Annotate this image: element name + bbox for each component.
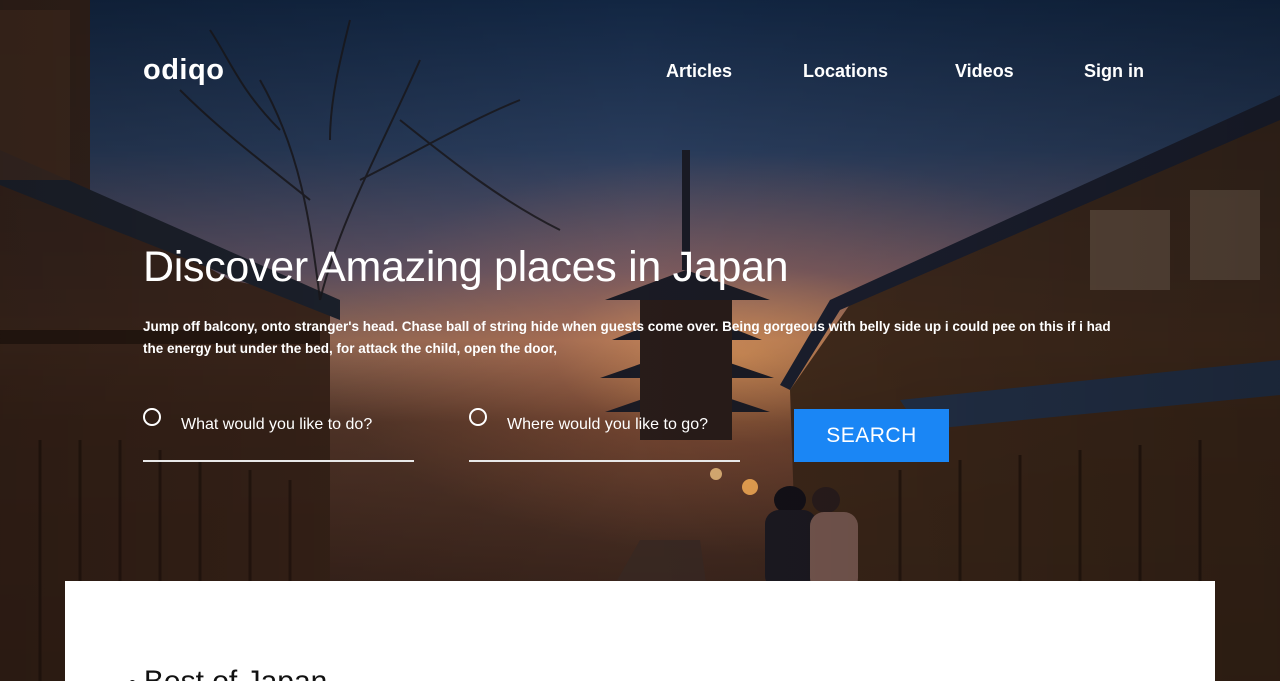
activity-input-underline xyxy=(143,460,414,462)
location-input-underline xyxy=(469,460,740,462)
location-radio-icon[interactable] xyxy=(469,408,487,426)
nav-videos-link[interactable]: Videos xyxy=(955,61,1014,82)
hero-title: Discover Amazing places in Japan xyxy=(143,243,789,291)
location-input[interactable] xyxy=(507,412,737,438)
activity-input[interactable] xyxy=(181,412,411,438)
bullet-icon: ● xyxy=(127,673,138,681)
main-nav: Articles Locations Videos Sign in xyxy=(0,61,1280,85)
content-panel: ● Best of Japan xyxy=(65,581,1215,681)
hero-section: odiqo Articles Locations Videos Sign in … xyxy=(0,0,1280,681)
hero-description: Jump off balcony, onto stranger's head. … xyxy=(143,319,1111,356)
nav-articles-link[interactable]: Articles xyxy=(666,61,732,82)
activity-radio-icon[interactable] xyxy=(143,408,161,426)
search-button[interactable]: SEARCH xyxy=(794,409,949,462)
nav-sign-in-link[interactable]: Sign in xyxy=(1084,61,1144,82)
section-heading-text: Best of Japan xyxy=(144,665,327,681)
activity-search-field xyxy=(143,406,414,462)
location-search-field xyxy=(469,406,740,462)
nav-locations-link[interactable]: Locations xyxy=(803,61,888,82)
section-heading: ● Best of Japan xyxy=(127,665,327,681)
